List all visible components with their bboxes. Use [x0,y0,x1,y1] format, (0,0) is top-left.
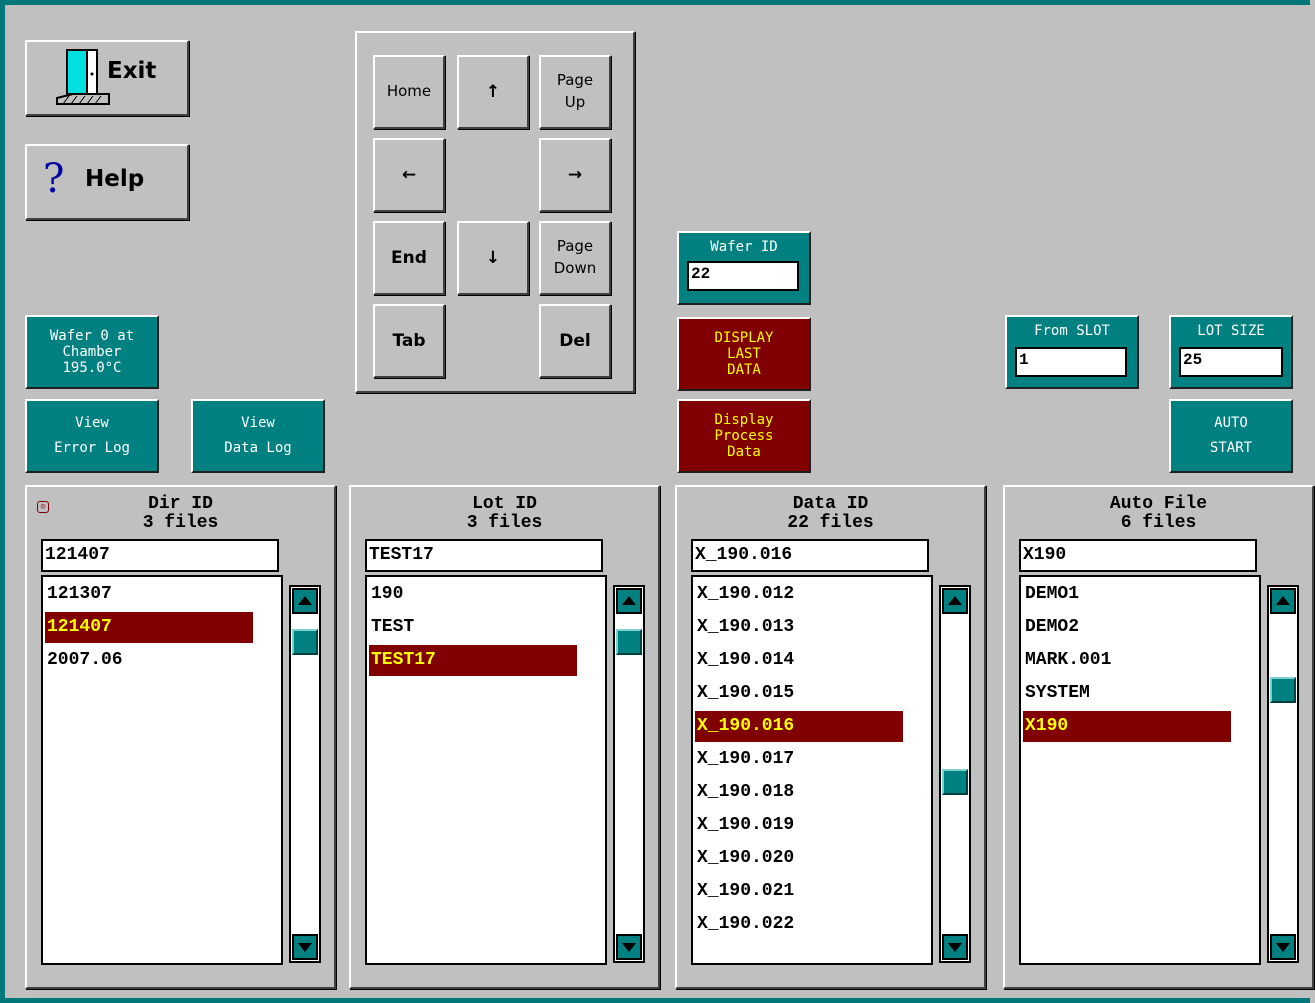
panel-title: Auto File 6 files [1005,495,1312,533]
list-item[interactable]: 190 [369,579,577,610]
list-item[interactable]: X_190.015 [695,678,903,709]
wafer-chamber-status: Wafer 0 at Chamber 195.0°C [25,315,159,389]
wafer-id-box: Wafer ID 22 [677,231,811,305]
scroll-thumb[interactable] [616,629,642,655]
scroll-thumb[interactable] [1270,677,1296,703]
display-process-data-button[interactable]: Display Process Data [677,399,811,473]
door-exit-icon [56,49,110,105]
list-item[interactable]: X_190.017 [695,744,903,775]
list-item[interactable]: DEMO1 [1023,579,1231,610]
panel-title-name: Dir ID [148,494,213,514]
down-arrow-key[interactable]: ↓ [457,221,529,295]
scroll-up-icon[interactable] [942,588,968,614]
data-id-panel: Data ID 22 files X_190.016 X_190.012 X_190.0… [675,485,986,989]
list-item[interactable]: 121407 [45,612,253,643]
view-data-log-button[interactable]: View Data Log [191,399,325,473]
up-arrow-key[interactable]: ↑ [457,55,529,129]
panel-file-count: 3 files [142,513,219,533]
scroll-up-icon[interactable] [616,588,642,614]
scroll-down-icon[interactable] [292,934,318,960]
list-item[interactable]: MARK.001 [1023,645,1231,676]
list-item[interactable]: TEST17 [369,645,577,676]
arrow-left-icon: ← [401,165,417,185]
home-key[interactable]: Home [373,55,445,129]
panel-title: Dir ID 3 files [27,495,334,533]
keypad-panel: Home ↑ Page Up ← → End ↓ Page Down Tab Del [355,31,635,393]
auto-file-panel: Auto File 6 files X190 DEMO1 DEMO2 MARK.001 SY… [1003,485,1314,989]
vertical-scrollbar[interactable] [289,585,321,963]
from-slot-label: From SLOT [1034,323,1110,339]
panel-selection-input[interactable]: TEST17 [365,539,603,572]
dir-id-panel: ☺ Dir ID 3 files 121407 121307 121407 2007.06 [25,485,336,989]
lot-size-label: LOT SIZE [1197,323,1265,339]
main-window: Exit ? Help Home ↑ Page Up ← → End ↓ Page… [0,0,1314,1003]
wafer-id-input[interactable]: 22 [687,261,799,291]
lot-id-panel: Lot ID 3 files TEST17 190 TEST TEST17 [349,485,660,989]
list-item[interactable]: X_190.022 [695,909,903,940]
help-label: Help [85,166,145,192]
file-list[interactable]: 190 TEST TEST17 [365,575,607,965]
tab-key[interactable]: Tab [373,304,445,378]
panel-selection-input[interactable]: 121407 [41,539,279,572]
list-item[interactable]: X_190.021 [695,876,903,907]
lot-size-input[interactable]: 25 [1179,347,1283,377]
view-error-log-button[interactable]: View Error Log [25,399,159,473]
del-key[interactable]: Del [539,304,611,378]
left-arrow-key[interactable]: ← [373,138,445,212]
list-item[interactable]: X_190.020 [695,843,903,874]
list-item[interactable]: X_190.014 [695,645,903,676]
list-item[interactable]: X_190.013 [695,612,903,643]
panel-selection-input[interactable]: X190 [1019,539,1257,572]
list-item[interactable]: X_190.018 [695,777,903,808]
vertical-scrollbar[interactable] [1267,585,1299,963]
list-item[interactable]: X_190.012 [695,579,903,610]
list-item[interactable]: X_190.019 [695,810,903,841]
from-slot-box: From SLOT 1 [1005,315,1139,389]
auto-start-button[interactable]: AUTO START [1169,399,1293,473]
vertical-scrollbar[interactable] [613,585,645,963]
lot-size-box: LOT SIZE 25 [1169,315,1293,389]
exit-label: Exit [107,58,157,84]
list-item[interactable]: TEST [369,612,577,643]
list-item[interactable]: X190 [1023,711,1231,742]
arrow-up-icon: ↑ [485,82,501,102]
list-item[interactable]: SYSTEM [1023,678,1231,709]
file-list[interactable]: 121307 121407 2007.06 [41,575,283,965]
wafer-id-label: Wafer ID [710,239,778,255]
file-list[interactable]: X_190.012 X_190.013 X_190.014 X_190.015 X_19… [691,575,933,965]
scroll-down-icon[interactable] [1270,934,1296,960]
vertical-scrollbar[interactable] [939,585,971,963]
end-key[interactable]: End [373,221,445,295]
scroll-up-icon[interactable] [1270,588,1296,614]
list-item[interactable]: DEMO2 [1023,612,1231,643]
help-button[interactable]: ? Help [25,144,189,220]
scroll-down-icon[interactable] [942,934,968,960]
panel-file-count: 6 files [1120,513,1197,533]
scroll-thumb[interactable] [292,629,318,655]
right-arrow-key[interactable]: → [539,138,611,212]
list-item[interactable]: X_190.016 [695,711,903,742]
exit-button[interactable]: Exit [25,40,189,116]
list-item[interactable]: 2007.06 [45,645,253,676]
arrow-down-icon: ↓ [485,248,501,268]
file-list[interactable]: DEMO1 DEMO2 MARK.001 SYSTEM X190 [1019,575,1261,965]
arrow-right-icon: → [567,165,583,185]
page-up-key[interactable]: Page Up [539,55,611,129]
scroll-up-icon[interactable] [292,588,318,614]
question-mark-icon: ? [43,156,65,202]
scroll-down-icon[interactable] [616,934,642,960]
display-last-data-button[interactable]: DISPLAY LAST DATA [677,317,811,391]
panel-title: Data ID 22 files [677,495,984,533]
panel-file-count: 3 files [466,513,543,533]
page-down-key[interactable]: Page Down [539,221,611,295]
panel-title-name: Auto File [1109,494,1208,514]
panel-file-count: 22 files [787,513,874,533]
panel-title: Lot ID 3 files [351,495,658,533]
scroll-thumb[interactable] [942,769,968,795]
panel-title-name: Lot ID [472,494,537,514]
panel-selection-input[interactable]: X_190.016 [691,539,929,572]
list-item[interactable]: 121307 [45,579,253,610]
from-slot-input[interactable]: 1 [1015,347,1127,377]
panel-title-name: Data ID [792,494,869,514]
